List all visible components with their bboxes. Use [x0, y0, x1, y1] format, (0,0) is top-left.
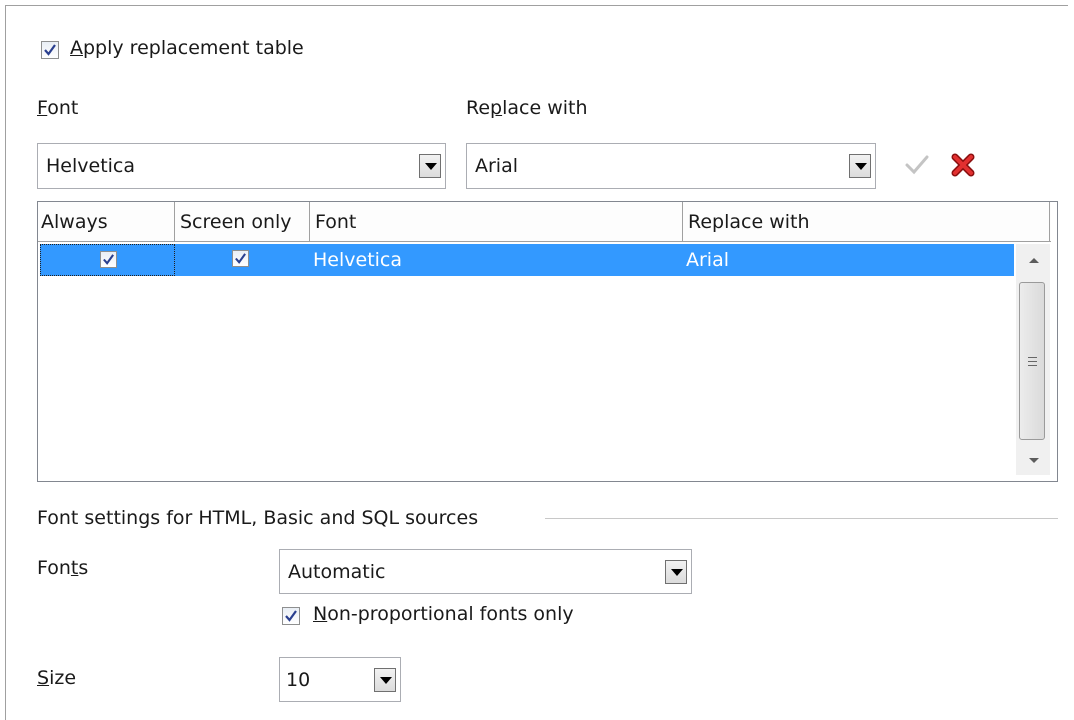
replace-with-label: Replace with: [466, 97, 588, 119]
replacement-table[interactable]: Always Screen only Font Replace with Hel…: [37, 201, 1058, 482]
size-combo-value: 10: [286, 668, 311, 691]
fonts-label: Fonts: [37, 557, 89, 579]
column-header-always[interactable]: Always: [38, 202, 175, 242]
column-header-font[interactable]: Font: [310, 202, 683, 242]
font-combo[interactable]: Helvetica: [37, 143, 446, 189]
font-combo-dropdown-button[interactable]: [419, 154, 441, 178]
column-header-replace-with[interactable]: Replace with: [683, 202, 1050, 242]
column-header-screen-only[interactable]: Screen only: [175, 202, 310, 242]
size-label: Size: [37, 667, 77, 689]
font-label: Font: [37, 97, 79, 119]
delete-x-icon: [951, 153, 975, 177]
delete-button[interactable]: [950, 153, 976, 182]
section-title: Font settings for HTML, Basic and SQL so…: [37, 507, 479, 529]
size-combo[interactable]: 10: [279, 657, 401, 702]
checkmark-icon: [285, 610, 297, 622]
checkmark-icon: [44, 44, 56, 56]
checkmark-icon: [103, 254, 114, 265]
scrollbar-thumb[interactable]: [1019, 282, 1045, 440]
vertical-scrollbar[interactable]: [1016, 244, 1050, 475]
scroll-up-arrow-icon[interactable]: [1029, 258, 1039, 263]
fonts-combo[interactable]: Automatic: [279, 549, 692, 594]
non-proportional-label[interactable]: Non-proportional fonts only: [313, 603, 574, 625]
section-separator: [545, 518, 1058, 519]
cell-font: Helvetica: [313, 249, 403, 271]
apply-replacement-table-label[interactable]: Apply replacement table: [70, 37, 304, 59]
screen-only-checkbox[interactable]: [232, 250, 249, 267]
grip-line: [1028, 357, 1037, 358]
apply-button[interactable]: [904, 154, 930, 181]
fonts-combo-dropdown-button[interactable]: [665, 559, 687, 584]
checkmark-icon: [905, 155, 929, 175]
grip-line: [1028, 365, 1037, 366]
table-row[interactable]: Helvetica Arial: [40, 244, 1014, 276]
cell-screen-only[interactable]: [175, 244, 310, 276]
replace-with-combo-value: Arial: [475, 155, 519, 177]
checkmark-icon: [235, 253, 246, 264]
replace-with-combo[interactable]: Arial: [466, 143, 876, 189]
scroll-down-arrow-icon[interactable]: [1029, 458, 1039, 463]
always-checkbox[interactable]: [100, 251, 117, 268]
replace-with-combo-dropdown-button[interactable]: [849, 154, 871, 178]
size-combo-dropdown-button[interactable]: [374, 667, 396, 692]
apply-replacement-table-checkbox[interactable]: [41, 41, 59, 59]
non-proportional-checkbox[interactable]: [282, 607, 300, 625]
cell-always[interactable]: [40, 244, 175, 276]
fonts-combo-value: Automatic: [288, 560, 386, 583]
grip-line: [1028, 361, 1037, 362]
font-combo-value: Helvetica: [46, 155, 136, 177]
cell-replace-with: Arial: [686, 249, 730, 271]
table-header: Always Screen only Font Replace with: [38, 202, 1051, 242]
